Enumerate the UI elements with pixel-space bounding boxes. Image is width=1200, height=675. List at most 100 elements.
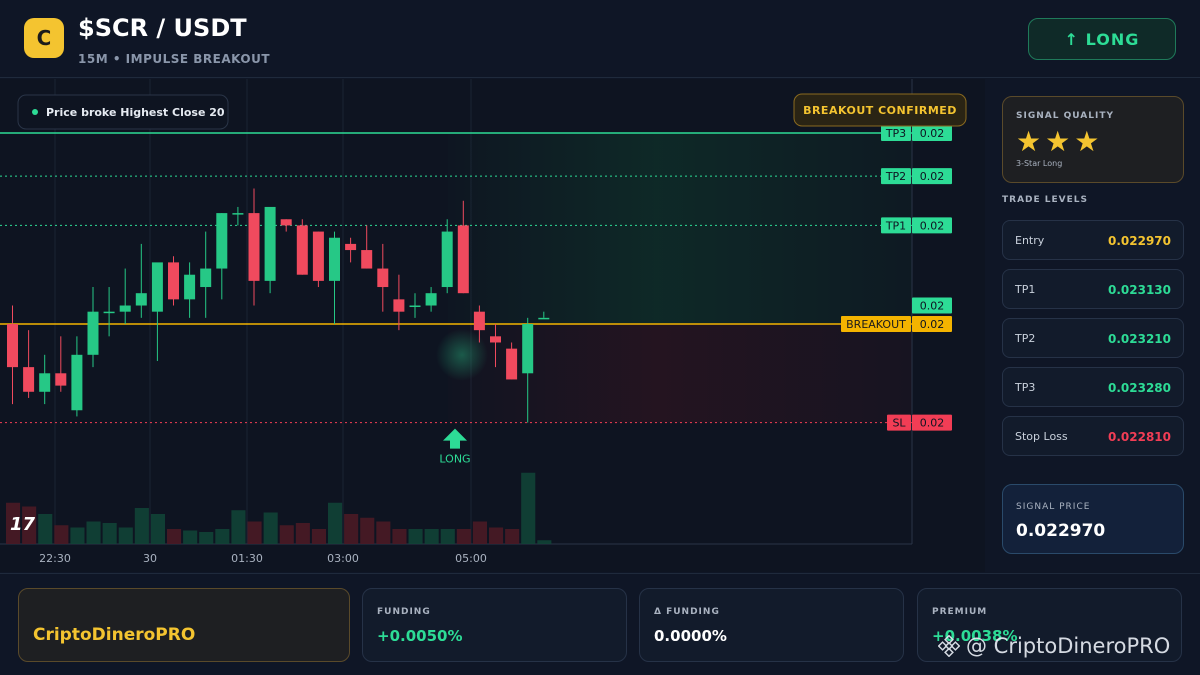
footer: CriptoDineroPRO FUNDING +0.0050% Δ FUNDI… (0, 573, 1200, 675)
candle-body (538, 317, 550, 320)
signal-quality-card: SIGNAL QUALITY ★★★ 3-Star Long (1002, 96, 1184, 183)
volume-bar (424, 529, 439, 544)
volume-bar (215, 529, 230, 544)
candle-body (151, 262, 163, 312)
volume-bar (408, 529, 423, 544)
candle-body (55, 373, 67, 386)
level-value: 0.023280 (1107, 381, 1171, 395)
volume-bar (376, 521, 391, 544)
volume-bar (392, 529, 407, 544)
level-value: 0.022970 (1107, 234, 1171, 248)
volume-bar (489, 527, 504, 544)
volume-bar (183, 530, 198, 544)
time-tick-label: 03:00 (327, 552, 359, 565)
level-price-label: 0.02 (920, 417, 945, 430)
candle-body (473, 311, 485, 331)
candle-body (184, 274, 196, 300)
volume-bar (86, 521, 101, 544)
volume-bar (295, 523, 310, 544)
volume-bar (150, 514, 165, 544)
level-name: TP3 (1015, 381, 1036, 394)
funding-card: FUNDING +0.0050% (362, 588, 627, 662)
time-tick-label: 30 (143, 552, 157, 565)
star-rating: ★★★ (1016, 125, 1104, 158)
candlestick-chart[interactable]: TP3 0.02 TP2 0.02 TP1 0.02 BREAKOUT 0.02 SL 0.02 0… (0, 79, 985, 572)
level-name-label: TP1 (885, 219, 906, 232)
funding-value: +0.0050% (377, 627, 463, 645)
candle-body (457, 225, 469, 294)
time-tick-label: 05:00 (455, 552, 487, 565)
candle-body (490, 336, 501, 343)
level-row-tp2: TP2 0.023210 (1002, 318, 1184, 358)
level-name: TP2 (1015, 332, 1036, 345)
level-row-entry: Entry 0.022970 (1002, 220, 1184, 260)
long-button[interactable]: ↑ LONG (1028, 18, 1176, 60)
signal-quality-sub: 3-Star Long (1016, 159, 1063, 168)
candle-body (232, 213, 244, 215)
candle-body (522, 324, 534, 374)
candle-body (7, 324, 18, 368)
volume-bar (247, 521, 262, 544)
volume-bar (70, 527, 85, 544)
candle-body (425, 293, 437, 306)
level-price-label: 0.02 (920, 170, 945, 183)
candle-body (200, 268, 212, 288)
volume-bar (102, 523, 117, 544)
delta-funding-label: Δ FUNDING (654, 607, 720, 617)
signal-price-card: SIGNAL PRICE 0.022970 (1002, 484, 1184, 554)
brand-card: CriptoDineroPRO (18, 588, 350, 662)
volume-bar (54, 525, 69, 544)
candle-body (264, 206, 276, 281)
signal-quality-label: SIGNAL QUALITY (1016, 111, 1114, 121)
level-price-label: 0.02 (920, 127, 945, 140)
candle-body (168, 262, 179, 300)
time-tick-label: 01:30 (231, 552, 263, 565)
loss-zone (448, 324, 912, 423)
level-row-stop-loss: Stop Loss 0.022810 (1002, 416, 1184, 456)
time-tick-label: 22:30 (39, 552, 71, 565)
candle-body (409, 305, 421, 308)
volume-bar (199, 532, 214, 544)
level-value: 0.022810 (1107, 430, 1171, 444)
funding-label: FUNDING (377, 607, 431, 617)
level-row-tp3: TP3 0.023280 (1002, 367, 1184, 407)
candle-body (329, 237, 340, 281)
level-price-label: 0.02 (920, 318, 945, 331)
level-name-label: BREAKOUT (846, 318, 906, 331)
volume-bar (521, 472, 536, 544)
level-price-label: 0.02 (920, 219, 945, 232)
header: C $SCR / USDT 15M • IMPULSE BREAKOUT ↑ L… (0, 0, 1200, 78)
volume-bar (134, 508, 149, 544)
level-name: Stop Loss (1015, 430, 1068, 443)
candle-body (393, 299, 405, 312)
candle-body (345, 243, 357, 251)
candle-body (216, 213, 228, 269)
level-row-tp1: TP1 0.023130 (1002, 269, 1184, 309)
volume-bar (118, 527, 133, 544)
chart-area[interactable]: TP3 0.02 TP2 0.02 TP1 0.02 BREAKOUT 0.02 SL 0.02 0… (0, 79, 985, 572)
sidebar: SIGNAL QUALITY ★★★ 3-Star Long TRADE LEV… (986, 79, 1200, 572)
profit-zone (448, 133, 912, 324)
trade-levels-label: TRADE LEVELS (1002, 195, 1088, 205)
level-name: Entry (1015, 234, 1045, 247)
long-marker-label: LONG (439, 453, 470, 466)
candle-body (377, 268, 389, 288)
volume-bar (328, 502, 343, 544)
level-name-label: SL (892, 417, 906, 430)
delta-funding-card: Δ FUNDING 0.0000% (639, 588, 904, 662)
candle-body (280, 219, 292, 226)
binance-icon (938, 635, 960, 657)
volume-bar (456, 529, 471, 544)
volume-bar (440, 529, 455, 544)
annotation-text: Price broke Highest Close 20 (46, 106, 225, 119)
volume-bar (263, 512, 278, 544)
status-dot-icon (32, 109, 38, 115)
candle-body (361, 250, 373, 269)
pair-title: $SCR / USDT (78, 14, 247, 42)
volume-bar (472, 521, 487, 544)
timeframe-subtitle: 15M • IMPULSE BREAKOUT (78, 52, 271, 66)
volume-bar (38, 514, 53, 544)
level-name-label: TP3 (885, 127, 906, 140)
volume-bar (360, 517, 375, 544)
signal-price-label: SIGNAL PRICE (1016, 502, 1091, 512)
